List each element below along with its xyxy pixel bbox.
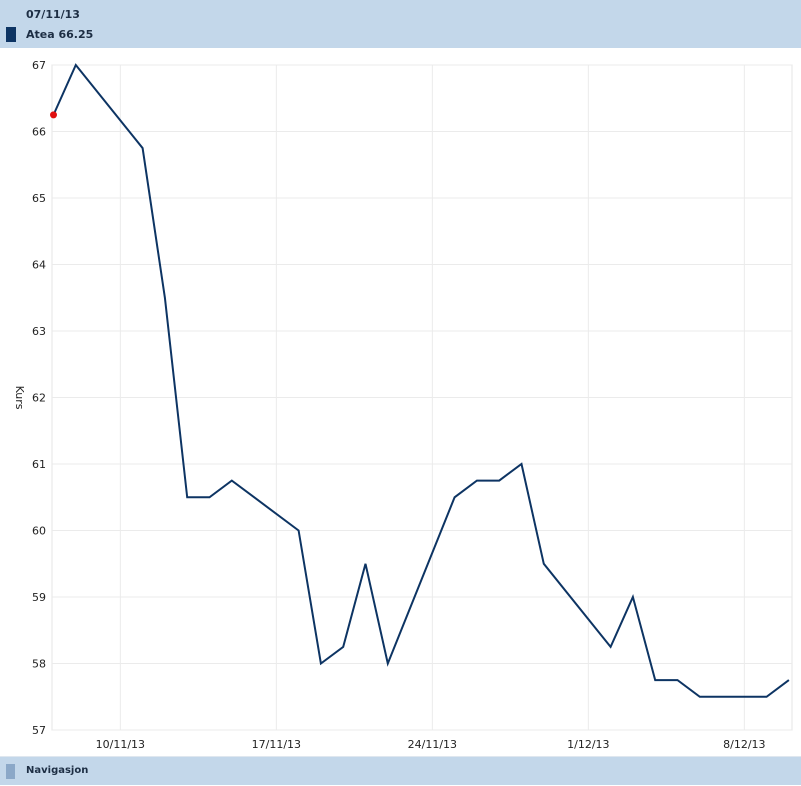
x-tick-label: 24/11/13 bbox=[408, 738, 457, 751]
hover-date: 07/11/13 bbox=[26, 8, 80, 21]
y-tick-label: 60 bbox=[32, 525, 46, 538]
hover-value: Atea 66.25 bbox=[26, 28, 94, 41]
navigation-bar[interactable]: Navigasjon bbox=[0, 756, 801, 785]
y-tick-label: 61 bbox=[32, 458, 46, 471]
y-tick-label: 59 bbox=[32, 591, 46, 604]
x-tick-label: 1/12/13 bbox=[567, 738, 609, 751]
y-axis-label: Kurs bbox=[13, 386, 26, 410]
series-swatch bbox=[6, 27, 16, 42]
y-tick-label: 67 bbox=[32, 59, 46, 72]
y-tick-label: 63 bbox=[32, 325, 46, 338]
y-tick-label: 65 bbox=[32, 192, 46, 205]
y-tick-label: 66 bbox=[32, 126, 46, 139]
y-tick-label: 57 bbox=[32, 724, 46, 737]
y-tick-label: 64 bbox=[32, 259, 46, 272]
y-tick-label: 58 bbox=[32, 658, 46, 671]
x-tick-label: 10/11/13 bbox=[96, 738, 145, 751]
navigation-label: Navigasjon bbox=[26, 765, 89, 776]
hover-marker bbox=[50, 111, 57, 119]
price-chart[interactable]: 57 58 59 60 61 62 63 64 65 66 67 10/11/13 17/11/13 24… bbox=[0, 48, 801, 756]
x-tick-label: 17/11/13 bbox=[252, 738, 301, 751]
y-tick-label: 62 bbox=[32, 392, 46, 405]
x-tick-label: 8/12/13 bbox=[723, 738, 765, 751]
tooltip-header: 07/11/13 Atea 66.25 bbox=[0, 0, 801, 48]
navigation-icon bbox=[6, 764, 15, 779]
